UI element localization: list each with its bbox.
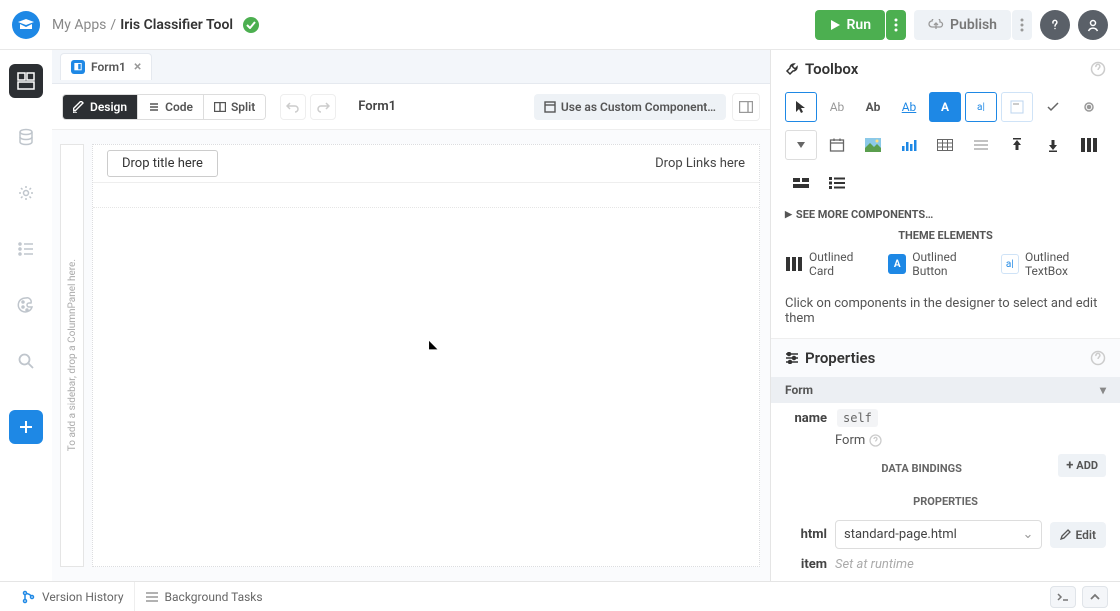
version-history-button[interactable]: Version History [12, 582, 134, 611]
see-more-components[interactable]: ▶ SEE MORE COMPONENTS… [771, 202, 1120, 227]
run-more-button[interactable] [886, 10, 906, 40]
run-label: Run [847, 17, 872, 33]
tool-upload-icon[interactable] [1001, 130, 1033, 160]
collapse-button[interactable] [1082, 586, 1108, 608]
toolbox-row2 [771, 126, 1120, 164]
background-tasks-button[interactable]: Background Tasks [134, 582, 273, 611]
file-tabs: ◧ Form1 × [52, 50, 770, 84]
rail-add-button[interactable] [9, 410, 43, 444]
tool-textarea-icon[interactable] [1001, 92, 1033, 122]
chevron-down-icon: ▾ [1100, 383, 1106, 397]
tool-download-icon[interactable] [1037, 130, 1069, 160]
tool-datepicker-icon[interactable] [821, 130, 853, 160]
rail-database-icon[interactable] [9, 120, 43, 154]
tool-repeating-icon[interactable] [965, 130, 997, 160]
toolbox-help-icon[interactable] [1090, 61, 1106, 77]
tab-label: Form1 [91, 60, 126, 74]
tool-radio-icon[interactable] [1073, 92, 1105, 122]
outlined-button-item[interactable]: A Outlined Button [888, 250, 987, 278]
tool-image-icon[interactable] [857, 130, 889, 160]
sidebar-drop-hint[interactable]: To add a sidebar, drop a ColumnPanel her… [60, 144, 84, 567]
tab-close-icon[interactable]: × [134, 59, 141, 75]
data-bindings-header: DATA BINDINGS [785, 450, 1058, 481]
split-tab[interactable]: Split [203, 95, 265, 119]
tool-label-icon[interactable]: Ab [821, 92, 853, 122]
form-name-label: Form1 [358, 99, 396, 114]
toolbox-row3 [771, 164, 1120, 202]
rail-theme-icon[interactable] [9, 288, 43, 322]
tool-link-icon[interactable]: Ab [893, 92, 925, 122]
tool-bold-label-icon[interactable]: Ab [857, 92, 889, 122]
use-custom-component-button[interactable]: Use as Custom Component… [534, 94, 726, 120]
account-button[interactable] [1078, 10, 1108, 40]
breadcrumb: My Apps / Iris Classifier Tool [52, 17, 259, 33]
publish-button[interactable]: Publish [914, 10, 1011, 40]
edit-html-button[interactable]: Edit [1050, 522, 1106, 548]
tool-datagrid-icon[interactable] [929, 130, 961, 160]
rail-search-icon[interactable] [9, 344, 43, 378]
rail-app-icon[interactable] [9, 64, 43, 98]
outlined-card-item[interactable]: Outlined Card [785, 250, 874, 278]
console-button[interactable] [1050, 586, 1076, 608]
top-bar: My Apps / Iris Classifier Tool Run Publi… [0, 0, 1120, 50]
tool-button-icon[interactable]: A [929, 92, 961, 122]
status-check-icon [243, 17, 259, 33]
view-toolbar: Design Code Split Form1 [52, 84, 770, 130]
theme-elements-row: Outlined Card A Outlined Button a| Outli… [771, 244, 1120, 284]
properties-help-icon[interactable] [1090, 350, 1106, 366]
help-button[interactable] [1040, 10, 1070, 40]
drop-links-placeholder[interactable]: Drop Links here [655, 156, 745, 171]
tool-chart-icon[interactable] [893, 130, 925, 160]
design-tab[interactable]: Design [63, 95, 137, 119]
logo-icon[interactable] [12, 11, 40, 39]
properties-header: Properties [771, 338, 1120, 377]
tool-flow-panel-icon[interactable] [785, 168, 817, 198]
cursor-icon: ◣ [429, 338, 437, 351]
toolbox-header: Toolbox [771, 50, 1120, 88]
tool-linear-panel-icon[interactable] [821, 168, 853, 198]
run-button[interactable]: Run [815, 10, 886, 40]
property-name-row: name self [771, 403, 1120, 433]
code-tab[interactable]: Code [137, 95, 203, 119]
undo-button[interactable] [280, 94, 306, 120]
tool-checkbox-icon[interactable] [1037, 92, 1069, 122]
view-segment: Design Code Split [62, 94, 266, 120]
breadcrumb-sep: / [110, 17, 116, 33]
status-bar: Version History Background Tasks [0, 581, 1120, 611]
form-icon: ◧ [71, 60, 85, 74]
breadcrumb-root[interactable]: My Apps [52, 17, 106, 33]
redo-button[interactable] [310, 94, 336, 120]
right-panel: Toolbox Ab Ab Ab A a| [770, 50, 1120, 581]
left-rail [0, 50, 52, 581]
drop-title-placeholder[interactable]: Drop title here [107, 150, 218, 177]
tool-textbox-icon[interactable]: a| [965, 92, 997, 122]
property-name-value[interactable]: self [837, 409, 878, 427]
designer-hint: Click on components in the designer to s… [771, 284, 1120, 338]
properties-section-header: PROPERTIES [771, 483, 1120, 514]
chevron-down-icon: ⌄ [1023, 527, 1034, 542]
design-canvas[interactable]: Drop title here Drop Links here ◣ [92, 144, 760, 567]
property-type-row[interactable]: Form ▾ [771, 377, 1120, 403]
breadcrumb-current[interactable]: Iris Classifier Tool [120, 17, 233, 33]
add-binding-button[interactable]: + ADD [1058, 454, 1106, 477]
html-property-row: html standard-page.html ⌄ Edit [771, 514, 1120, 555]
tab-form1[interactable]: ◧ Form1 × [60, 53, 152, 80]
publish-label: Publish [950, 17, 997, 33]
form-subtext: Form [771, 433, 1120, 448]
item-property-row: item Set at runtime [771, 555, 1120, 578]
panel-toggle-button[interactable] [732, 93, 760, 121]
rail-settings-icon[interactable] [9, 176, 43, 210]
theme-elements-header: THEME ELEMENTS [771, 227, 1120, 244]
tool-column-panel-icon[interactable] [1073, 130, 1105, 160]
toolbox-row1: Ab Ab Ab A a| [771, 88, 1120, 126]
outlined-textbox-item[interactable]: a| Outlined TextBox [1001, 250, 1106, 278]
tool-dropdown-icon[interactable] [785, 130, 817, 160]
tool-pointer-icon[interactable] [785, 92, 817, 122]
html-select[interactable]: standard-page.html ⌄ [835, 520, 1042, 549]
publish-more-button[interactable] [1012, 10, 1032, 40]
rail-list-icon[interactable] [9, 232, 43, 266]
